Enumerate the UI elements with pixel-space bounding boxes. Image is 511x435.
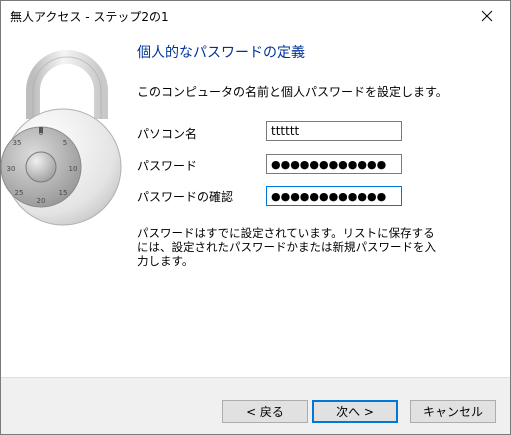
- dial-number: 5: [63, 139, 67, 147]
- dial-number: 30: [7, 165, 16, 173]
- dial-number: 35: [13, 139, 22, 147]
- cancel-button[interactable]: キャンセル: [410, 400, 496, 423]
- password-input[interactable]: [266, 154, 402, 174]
- dial-number: 20: [37, 197, 46, 205]
- confirm-password-label: パスワードの確認: [137, 190, 234, 204]
- close-button[interactable]: [464, 1, 510, 31]
- confirm-password-input[interactable]: [266, 186, 402, 206]
- button-bar: < 戻る 次へ > キャンセル: [1, 377, 510, 434]
- back-button[interactable]: < 戻る: [222, 400, 308, 423]
- dial-number: 15: [59, 189, 68, 197]
- wizard-content: 0 5 10 15 20 25 30 35 個人的なパスワードの定義 このコンピ…: [1, 31, 510, 377]
- title-bar: 無人アクセス - ステップ2の1: [1, 1, 510, 31]
- computer-name-label: パソコン名: [137, 127, 198, 141]
- computer-name-input[interactable]: [266, 121, 402, 141]
- intro-text: このコンピュータの名前と個人パスワードを設定します。: [137, 85, 448, 99]
- wizard-window: 無人アクセス - ステップ2の1 5 10 15 20 25 30 35 個人的…: [0, 0, 511, 435]
- password-note: パスワードはすでに設定されています。リストに保存するには、設定されたパスワードか…: [137, 226, 436, 268]
- window-title: 無人アクセス - ステップ2の1: [10, 10, 169, 24]
- password-label: パスワード: [137, 159, 198, 173]
- next-button[interactable]: 次へ >: [312, 400, 398, 423]
- close-icon: [481, 10, 493, 22]
- page-heading: 個人的なパスワードの定義: [137, 45, 305, 61]
- padlock-icon: 0 5 10 15 20 25 30 35: [1, 50, 122, 226]
- dial-number: 10: [69, 165, 78, 173]
- dial-number: 25: [15, 189, 24, 197]
